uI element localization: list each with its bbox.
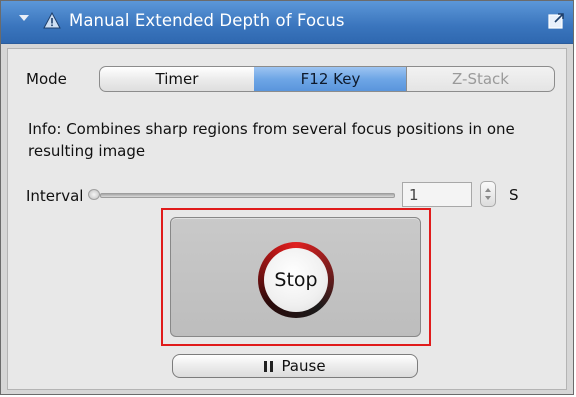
interval-slider[interactable] (100, 193, 395, 198)
mode-option-z-stack[interactable]: Z-Stack (406, 66, 555, 92)
mode-option-timer[interactable]: Timer (99, 66, 255, 92)
interval-label: Interval (26, 187, 84, 205)
spin-down-icon[interactable] (485, 196, 491, 200)
spin-up-icon[interactable] (485, 188, 491, 192)
undock-window-icon[interactable] (548, 12, 565, 29)
pause-button[interactable]: Pause (172, 354, 418, 378)
warning-triangle-icon (43, 12, 61, 29)
stop-button[interactable]: Stop (170, 217, 421, 337)
interval-slider-handle[interactable] (88, 189, 100, 200)
focus-settings-panel: Mode Timer F12 Key Z-Stack Info: Combine… (7, 48, 567, 390)
interval-unit: S (509, 186, 519, 204)
extended-depth-of-focus-window: Manual Extended Depth of Focus Mode Time… (0, 0, 574, 395)
title-bar[interactable]: Manual Extended Depth of Focus (1, 1, 573, 44)
window-title: Manual Extended Depth of Focus (69, 11, 345, 30)
stop-label: Stop (264, 248, 328, 312)
interval-spinner[interactable] (480, 181, 496, 207)
pause-label: Pause (281, 357, 326, 375)
collapse-triangle-icon[interactable] (19, 15, 29, 21)
info-text: Info: Combines sharp regions from severa… (28, 120, 515, 160)
mode-label: Mode (26, 70, 67, 88)
mode-option-f12-key[interactable]: F12 Key (254, 66, 407, 92)
pause-icon (264, 360, 274, 372)
interval-input[interactable]: 1 (402, 182, 472, 207)
record-ring-icon: Stop (258, 242, 334, 318)
